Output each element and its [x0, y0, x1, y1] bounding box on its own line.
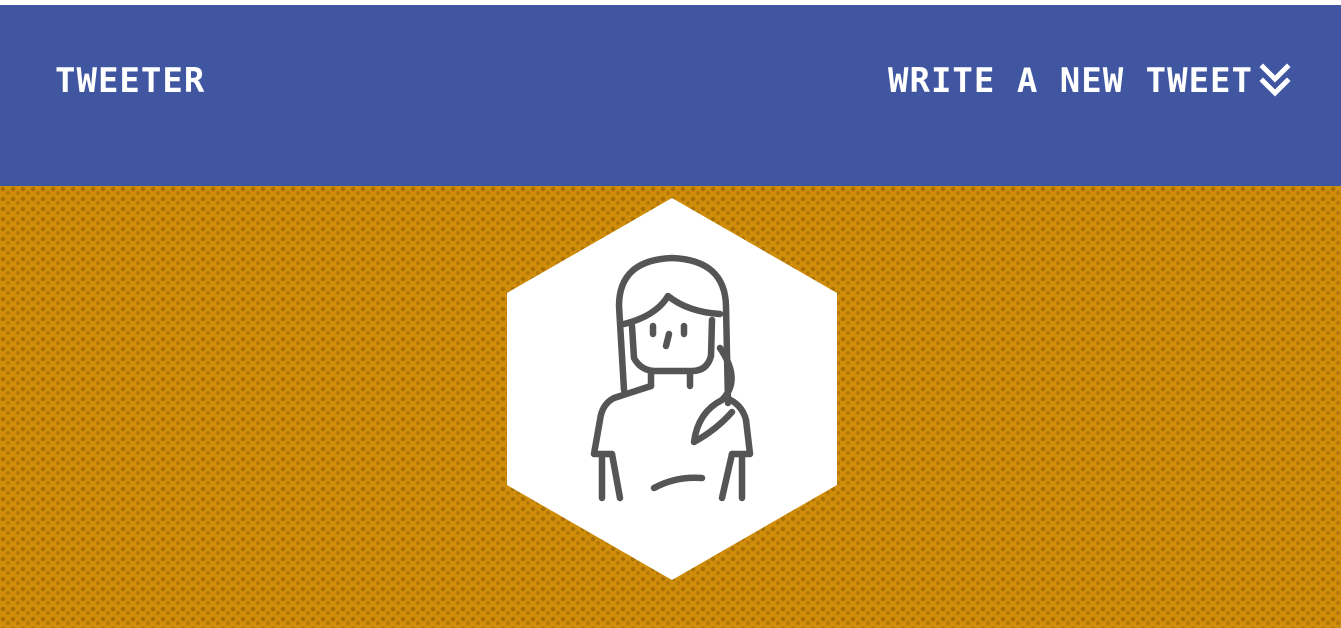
write-new-tweet-label[interactable]: WRITE A NEW TWEET — [888, 61, 1253, 101]
page: TWEETER WRITE A NEW TWEET — [0, 0, 1341, 628]
navbar: TWEETER WRITE A NEW TWEET — [0, 5, 1341, 186]
write-new-tweet-toggle[interactable]: WRITE A NEW TWEET — [888, 61, 1291, 101]
brand-logo[interactable]: TWEETER — [55, 61, 205, 101]
user-avatar-icon — [507, 198, 837, 580]
profile-banner — [0, 186, 1341, 628]
double-chevron-down-icon[interactable] — [1259, 63, 1291, 99]
